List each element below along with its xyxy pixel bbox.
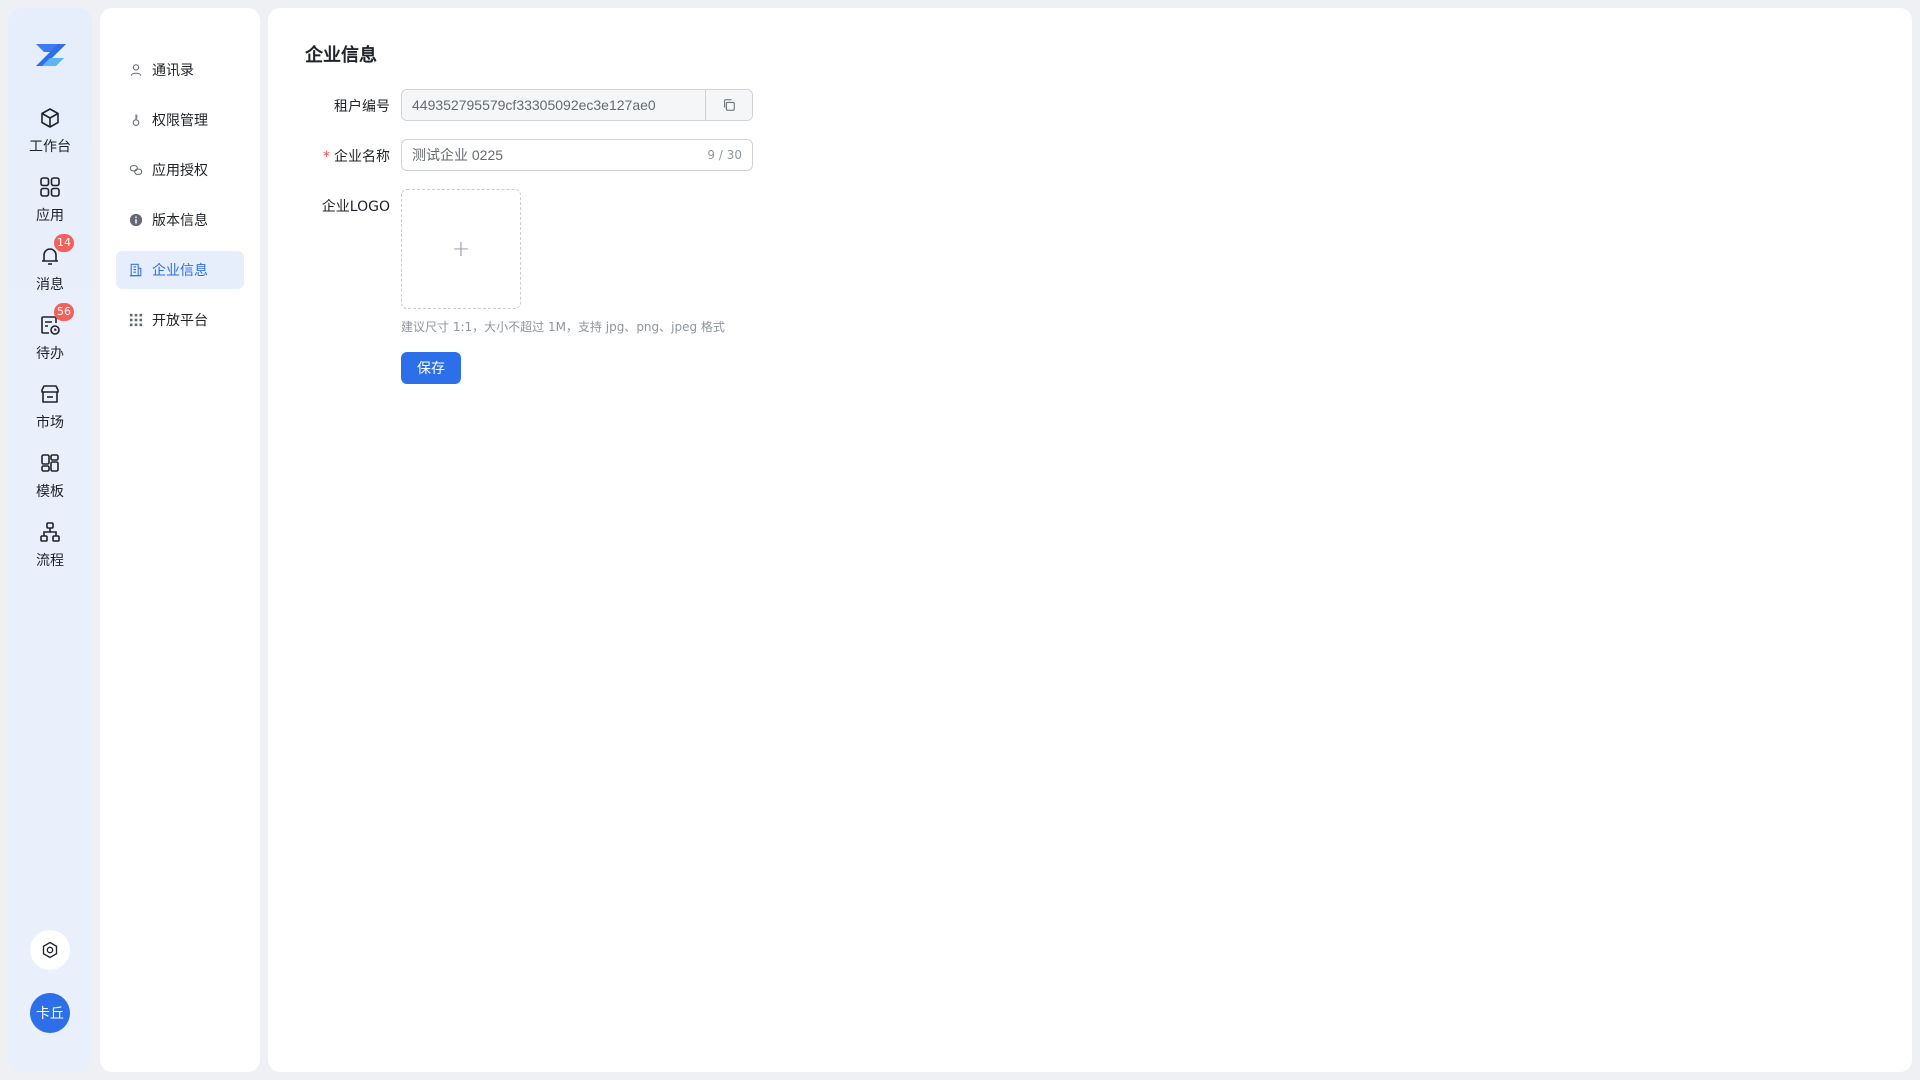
building-icon xyxy=(128,262,144,278)
rail-item-templates[interactable]: 模板 xyxy=(8,449,92,511)
rail-label: 待办 xyxy=(36,346,64,362)
todo-icon: 56 xyxy=(36,303,74,339)
logo-label: 企业LOGO xyxy=(321,199,390,215)
tenant-id-label: 租户编号 xyxy=(334,99,390,115)
subnav-item-open-platform[interactable]: 开放平台 xyxy=(116,301,244,339)
rail-label: 模板 xyxy=(36,484,64,500)
tenant-id-input[interactable] xyxy=(402,90,705,120)
rail-item-workbench[interactable]: 工作台 xyxy=(8,104,92,166)
subnav-item-app-auth[interactable]: 应用授权 xyxy=(116,151,244,189)
subnav-label: 版本信息 xyxy=(152,213,208,229)
subnav-item-contacts[interactable]: 通讯录 xyxy=(116,51,244,89)
rail-item-messages[interactable]: 14 消息 xyxy=(8,234,92,304)
company-name-label-text: 企业名称 xyxy=(334,149,390,165)
required-mark: * xyxy=(323,149,330,165)
subnav-item-company-info[interactable]: 企业信息 xyxy=(116,251,244,289)
bell-icon: 14 xyxy=(36,234,74,270)
subnav-label: 通讯录 xyxy=(152,63,194,79)
rail-item-flow[interactable]: 流程 xyxy=(8,518,92,580)
company-name-field: 9 / 30 xyxy=(401,139,753,171)
template-icon xyxy=(36,449,64,477)
grid-icon xyxy=(36,173,64,201)
app-rail: 工作台 应用 14 消息 56 待办 市场 模板 流程 卡丘 xyxy=(8,8,92,1072)
flow-icon xyxy=(36,518,64,546)
company-name-label: * 企业名称 xyxy=(280,146,390,166)
logo-upload[interactable]: + xyxy=(401,189,521,309)
subnav-item-permissions[interactable]: 权限管理 xyxy=(116,101,244,139)
link-icon xyxy=(128,162,144,178)
subnav-label: 应用授权 xyxy=(152,163,208,179)
avatar[interactable]: 卡丘 xyxy=(30,993,70,1033)
rail-label: 消息 xyxy=(36,277,64,293)
plus-icon: + xyxy=(451,236,471,262)
upload-hint: 建议尺寸 1:1，大小不超过 1M，支持 jpg、png、jpeg 格式 xyxy=(401,320,725,334)
subnav-label: 企业信息 xyxy=(152,263,208,279)
company-name-input[interactable] xyxy=(402,147,708,163)
rail-label: 应用 xyxy=(36,208,64,224)
unread-badge: 14 xyxy=(54,234,74,252)
settings-icon xyxy=(42,941,58,959)
subnav-item-version[interactable]: 版本信息 xyxy=(116,201,244,239)
app-logo[interactable] xyxy=(28,38,72,72)
cube-icon xyxy=(36,104,64,132)
copy-button[interactable] xyxy=(705,90,752,120)
todo-badge: 56 xyxy=(54,303,74,321)
user-icon xyxy=(128,62,144,78)
char-counter: 9 / 30 xyxy=(707,148,742,162)
company-info-panel: 企业信息 租户编号 *企业名称 9 / 30 企业LOGO + 建议尺寸 1:1… xyxy=(268,8,1912,1072)
copy-icon xyxy=(724,99,735,111)
rail-label: 市场 xyxy=(36,415,64,431)
tenant-id-field xyxy=(401,89,753,121)
settings-subnav: 通讯录 权限管理 应用授权 版本信息 企业信息 开放平台 xyxy=(100,8,260,1072)
store-icon xyxy=(36,380,64,408)
page-title: 企业信息 xyxy=(305,45,377,66)
save-button[interactable]: 保存 xyxy=(401,352,461,384)
settings-button[interactable] xyxy=(30,930,70,970)
subnav-label: 权限管理 xyxy=(152,113,208,129)
dots-grid-icon xyxy=(128,312,144,328)
info-icon xyxy=(128,212,144,228)
rail-label: 工作台 xyxy=(29,139,71,155)
rail-item-todo[interactable]: 56 待办 xyxy=(8,303,92,373)
subnav-label: 开放平台 xyxy=(152,313,208,329)
rail-item-apps[interactable]: 应用 xyxy=(8,173,92,235)
key-icon xyxy=(128,112,144,128)
rail-item-market[interactable]: 市场 xyxy=(8,380,92,442)
rail-label: 流程 xyxy=(36,553,64,569)
